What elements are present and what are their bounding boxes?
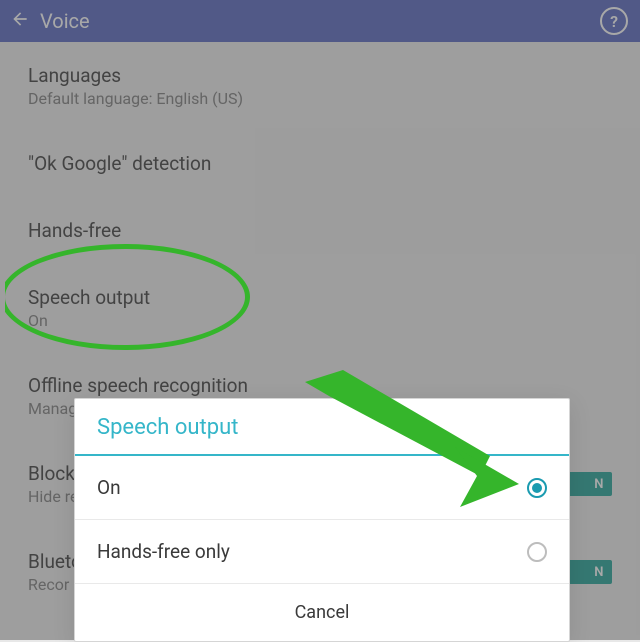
- option-label: Hands-free only: [97, 540, 527, 563]
- annotation-ellipse: [0, 244, 250, 350]
- option-label: On: [97, 476, 527, 499]
- radio-button[interactable]: [527, 478, 547, 498]
- dialog-title: Speech output: [75, 399, 569, 454]
- speech-output-dialog: Speech output On Hands-free only Cancel: [74, 398, 570, 642]
- dialog-cancel-button[interactable]: Cancel: [75, 584, 569, 641]
- dialog-option-on[interactable]: On: [75, 456, 569, 520]
- radio-button[interactable]: [527, 542, 547, 562]
- dialog-option-handsfree[interactable]: Hands-free only: [75, 520, 569, 584]
